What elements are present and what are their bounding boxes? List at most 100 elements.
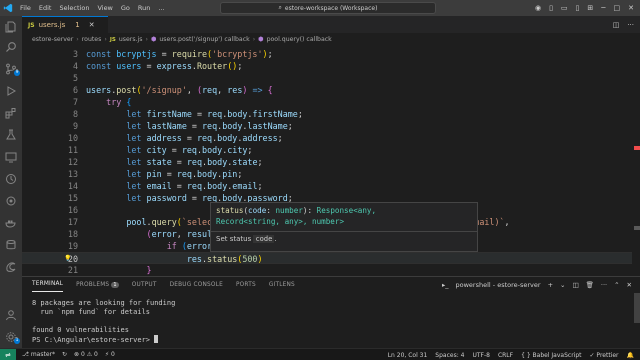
line-number: 17 <box>67 217 78 227</box>
chevron-down-icon[interactable]: ⌄ <box>560 281 565 289</box>
menu-view[interactable]: View <box>93 0 116 16</box>
source-control-icon[interactable]: 9 <box>0 60 22 78</box>
settings-gear-icon[interactable]: 1 <box>0 328 22 346</box>
notifications-bell-icon[interactable]: 🔔 <box>627 352 634 359</box>
code-line[interactable]: 20 💡 res.status(500) <box>22 252 632 264</box>
line-number: 14 <box>67 181 78 191</box>
breadcrumb-item[interactable]: users.js <box>119 36 143 43</box>
maximize-panel-icon[interactable]: ⌃ <box>614 281 619 289</box>
line-number: 21 <box>67 265 78 275</box>
code-line[interactable]: 10 let address = req.body.address; <box>22 132 632 144</box>
code-line[interactable]: 5 <box>22 72 632 84</box>
split-terminal-icon[interactable]: ◫ <box>572 281 578 289</box>
code-line[interactable]: 11 let city = req.body.city; <box>22 144 632 156</box>
account-icon[interactable] <box>0 306 22 324</box>
copilot-icon[interactable]: ◉ <box>535 4 541 12</box>
line-code: let address = req.body.address; <box>126 133 283 143</box>
extensions-icon[interactable] <box>0 104 22 122</box>
code-line[interactable]: 14 let email = req.body.email; <box>22 180 632 192</box>
menu-run[interactable]: Run <box>134 0 154 16</box>
terminal-scrollbar[interactable] <box>634 293 640 323</box>
breadcrumb-item[interactable]: users.post('/signup') callback <box>159 36 249 43</box>
layout-icon[interactable]: ⊞ <box>587 4 593 12</box>
testing-icon[interactable] <box>0 126 22 144</box>
editor-tab-bar: JS users.js 1 ✕ ◫ ··· <box>22 16 640 33</box>
code-line[interactable]: 3 const bcryptjs = require('bcryptjs'); <box>22 48 632 60</box>
menu-selection[interactable]: Selection <box>55 0 93 16</box>
cursor-position[interactable]: Ln 20, Col 31 <box>388 352 428 359</box>
line-number: 15 <box>67 193 78 203</box>
git-branch-status[interactable]: ⎇ master* <box>22 351 55 358</box>
toggle-panel-icon[interactable]: ▭ <box>561 4 568 12</box>
code-line[interactable]: 9 let lastName = req.body.lastName; <box>22 120 632 132</box>
timeline-icon[interactable] <box>0 170 22 188</box>
line-number: 5 <box>72 73 78 83</box>
code-line[interactable]: 13 let pin = req.body.pin; <box>22 168 632 180</box>
code-line[interactable]: 8 let firstName = req.body.firstName; <box>22 108 632 120</box>
more-actions-icon[interactable]: ··· <box>627 21 634 29</box>
tab-ports[interactable]: PORTS <box>236 282 256 288</box>
edge-devtools-icon[interactable] <box>0 258 22 276</box>
tab-problems[interactable]: PROBLEMS 1 <box>76 282 119 288</box>
workspace-name: estore-workspace (Workspace) <box>284 4 378 12</box>
line-code: let state = req.body.state; <box>126 157 263 167</box>
tab-problem-count: 1 <box>75 21 80 29</box>
activity-bar: 9 1 <box>0 16 22 348</box>
encoding[interactable]: UTF-8 <box>472 352 490 359</box>
menu-file[interactable]: File <box>16 0 35 16</box>
code-line[interactable]: 12 let state = req.body.state; <box>22 156 632 168</box>
close-icon[interactable]: ✕ <box>627 281 632 289</box>
sync-icon[interactable]: ↻ <box>62 351 67 358</box>
close-icon[interactable]: ✕ <box>628 4 634 12</box>
menu-go[interactable]: Go <box>117 0 134 16</box>
tab-debug-console[interactable]: DEBUG CONSOLE <box>170 282 223 288</box>
maximize-icon[interactable]: □ <box>614 4 621 12</box>
remote-explorer-icon[interactable] <box>0 148 22 166</box>
trash-icon[interactable]: 🗑 <box>586 281 594 289</box>
database-icon[interactable] <box>0 236 22 254</box>
line-number: 8 <box>72 109 78 119</box>
terminal-line: run `npm fund` for details <box>32 308 151 316</box>
search-icon[interactable] <box>0 38 22 56</box>
split-editor-icon[interactable]: ◫ <box>613 21 620 29</box>
tab-gitlens[interactable]: GITLENS <box>269 282 295 288</box>
code-line[interactable]: 4 const users = express.Router(); <box>22 60 632 72</box>
run-debug-icon[interactable] <box>0 82 22 100</box>
remote-indicator-icon[interactable]: ⇌ <box>0 348 16 360</box>
line-number: 6 <box>72 85 78 95</box>
code-line[interactable]: 21 } <box>22 264 632 276</box>
line-code: const bcryptjs = require('bcryptjs'); <box>86 49 273 59</box>
explorer-icon[interactable] <box>0 18 22 36</box>
terminal-output[interactable]: 8 packages are looking for funding run `… <box>32 299 175 345</box>
language-mode[interactable]: { } Babel JavaScript <box>521 352 581 359</box>
command-center-search[interactable]: ⌕ estore-workspace (Workspace) <box>220 2 436 14</box>
menu-edit[interactable]: Edit <box>35 0 56 16</box>
prettier-status[interactable]: ✓ Prettier <box>590 352 619 359</box>
indentation[interactable]: Spaces: 4 <box>435 352 464 359</box>
javascript-file-icon: JS <box>109 36 116 43</box>
more-actions-icon[interactable]: ··· <box>601 281 607 289</box>
breadcrumb-item[interactable]: routes <box>82 36 102 43</box>
tab-users-js[interactable]: JS users.js 1 ✕ <box>22 16 108 33</box>
problems-status[interactable]: ⊗ 0 ⚠ 0 <box>74 351 98 358</box>
close-icon[interactable]: ✕ <box>89 21 95 29</box>
editor-scrollbar[interactable] <box>632 46 640 276</box>
terminal-selector[interactable]: powershell - estore-server <box>456 281 541 289</box>
add-terminal-icon[interactable]: + <box>548 281 553 289</box>
ports-status[interactable]: ⚡ 0 <box>105 351 115 358</box>
line-code: if (error) { <box>166 241 228 251</box>
menu-more[interactable]: ... <box>154 0 168 16</box>
code-line[interactable]: 6 users.post('/signup', (req, res) => { <box>22 84 632 96</box>
breadcrumb-item[interactable]: pool.query() callback <box>267 36 332 43</box>
docker-icon[interactable] <box>0 214 22 232</box>
code-line[interactable]: 7 try { <box>22 96 632 108</box>
toggle-sidebar-icon[interactable]: ▯ <box>549 4 553 12</box>
minimize-icon[interactable]: ─ <box>601 4 605 12</box>
toggle-secondary-sidebar-icon[interactable]: ▯ <box>576 4 580 12</box>
line-ending[interactable]: CRLF <box>498 352 513 359</box>
tab-output[interactable]: OUTPUT <box>132 282 157 288</box>
gitlens-icon[interactable] <box>0 192 22 210</box>
tab-terminal[interactable]: TERMINAL <box>32 278 64 292</box>
breadcrumb-item[interactable]: estore-server <box>32 36 73 43</box>
breadcrumb: estore-server › routes › JS users.js › ⬢… <box>22 33 640 46</box>
